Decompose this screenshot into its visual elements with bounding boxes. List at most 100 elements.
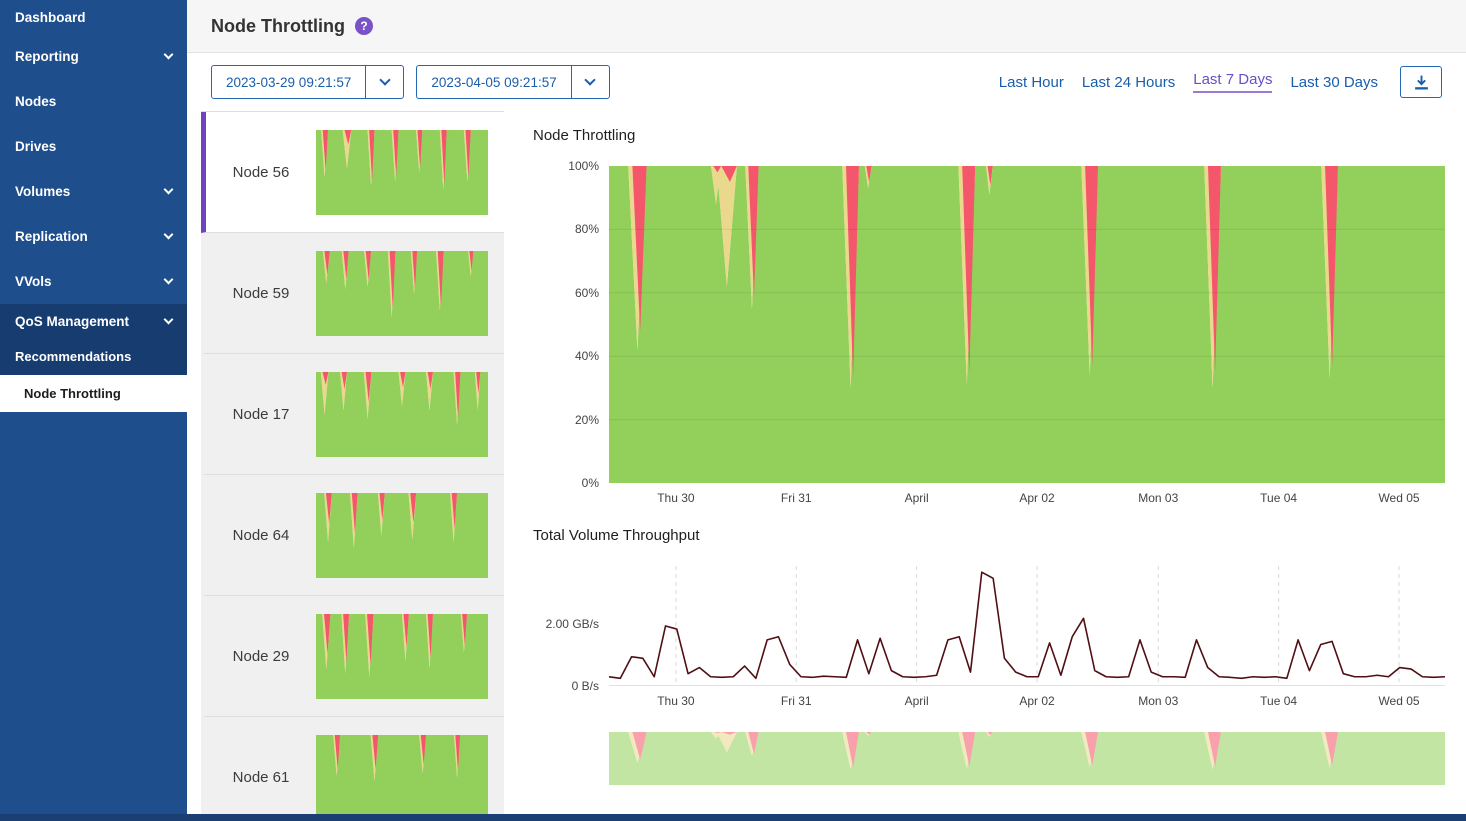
throttle-xtick: April	[905, 491, 929, 505]
range-link-last-30-days[interactable]: Last 30 Days	[1290, 74, 1378, 91]
sidebar-item-label: Reporting	[15, 49, 79, 64]
chevron-down-icon	[164, 185, 174, 195]
throttle-xtick: Wed 05	[1378, 491, 1419, 505]
date-from-control[interactable]: 2023-03-29 09:21:57	[211, 65, 404, 99]
throughput-ytick: 2.00 GB/s	[546, 617, 599, 631]
node-name: Node 17	[206, 406, 316, 423]
node-list-item-node-56[interactable]: Node 56	[201, 112, 504, 233]
throttle-xtick: Tue 04	[1260, 491, 1297, 505]
throughput-ytick: 0 B/s	[572, 679, 599, 693]
throttle-xtick: Mon 03	[1138, 491, 1178, 505]
overview-brush-chart[interactable]	[609, 732, 1445, 785]
charts-panel: Node Throttling 100%80%60%40%20%0% Thu 3…	[504, 111, 1466, 821]
download-button[interactable]	[1400, 66, 1442, 98]
throughput-chart-title: Total Volume Throughput	[533, 527, 1445, 544]
node-list-item-node-61[interactable]: Node 61	[201, 717, 504, 821]
node-name: Node 56	[206, 164, 316, 181]
node-list-item-node-59[interactable]: Node 59	[201, 233, 504, 354]
sidebar: Dashboard Reporting Nodes Drives Volumes Repl…	[0, 0, 187, 821]
throughput-xtick: Mon 03	[1138, 694, 1178, 708]
help-icon[interactable]: ?	[355, 17, 373, 35]
throughput-xtick: Fri 31	[781, 694, 812, 708]
sidebar-item-label: Replication	[15, 229, 88, 244]
throughput-xtick: Wed 05	[1378, 694, 1419, 708]
node-list-item-node-29[interactable]: Node 29	[201, 596, 504, 717]
chevron-down-icon	[164, 50, 174, 60]
chevron-down-icon	[585, 74, 596, 85]
sidebar-item-label: Drives	[15, 139, 56, 154]
throttle-xtick: Fri 31	[781, 491, 812, 505]
toolbar: 2023-03-29 09:21:57 2023-04-05 09:21:57 …	[187, 53, 1466, 111]
sidebar-item-label: Nodes	[15, 94, 56, 109]
node-list-item-node-64[interactable]: Node 64	[201, 475, 504, 596]
sidebar-item-reporting[interactable]: Reporting	[0, 34, 187, 79]
throttle-ytick: 60%	[575, 286, 599, 300]
date-from-chevron-button[interactable]	[365, 66, 403, 98]
chevron-down-icon	[164, 275, 174, 285]
node-list-item-node-17[interactable]: Node 17	[201, 354, 504, 475]
sidebar-item-nodes[interactable]: Nodes	[0, 79, 187, 124]
qos-management-group: QoS Management RecommendationsNode Thrott…	[0, 304, 187, 412]
sidebar-item-qos-management[interactable]: QoS Management	[0, 304, 187, 338]
node-name: Node 59	[206, 285, 316, 302]
throttle-x-axis: Thu 30 Fri 31 April Apr 02 Mon 03 Tue 04 Wed 0…	[609, 489, 1445, 509]
node-sparkline	[316, 735, 488, 820]
throttle-ytick: 20%	[575, 413, 599, 427]
date-to-chevron-button[interactable]	[571, 66, 609, 98]
date-to-control[interactable]: 2023-04-05 09:21:57	[416, 65, 609, 99]
sidebar-subitem-node-throttling[interactable]: Node Throttling	[0, 375, 187, 412]
page-header: Node Throttling ?	[187, 0, 1466, 53]
sidebar-item-label: Volumes	[15, 184, 70, 199]
throttle-ytick: 80%	[575, 222, 599, 236]
footer-bar	[0, 814, 1466, 821]
node-name: Node 29	[206, 648, 316, 665]
sidebar-item-drives[interactable]: Drives	[0, 124, 187, 169]
overview-brush[interactable]	[609, 732, 1445, 785]
sidebar-item-label: Dashboard	[15, 10, 86, 25]
throughput-x-axis: Thu 30 Fri 31 April Apr 02 Mon 03 Tue 04 Wed 0…	[609, 692, 1445, 712]
sidebar-item-vvols[interactable]: VVols	[0, 259, 187, 304]
node-name: Node 61	[206, 769, 316, 786]
download-icon	[1413, 74, 1430, 91]
node-sparkline	[316, 372, 488, 457]
throughput-xtick: April	[905, 694, 929, 708]
throttle-chart-area: 100%80%60%40%20%0%	[609, 166, 1445, 483]
app-root: Dashboard Reporting Nodes Drives Volumes Repl…	[0, 0, 1466, 821]
date-from-value[interactable]: 2023-03-29 09:21:57	[212, 75, 365, 90]
node-sparkline	[316, 251, 488, 336]
content-area: Node 56 Node 59 Node 17 Node 64 Node 29 Node …	[187, 111, 1466, 821]
range-link-last-hour[interactable]: Last Hour	[999, 74, 1064, 91]
chevron-down-icon	[379, 74, 390, 85]
throughput-chart-area: 2.00 GB/s0 B/s	[609, 566, 1445, 686]
node-sparkline	[316, 130, 488, 215]
page-title: Node Throttling	[211, 16, 345, 37]
main-panel: Node Throttling ? 2023-03-29 09:21:57 20…	[187, 0, 1466, 821]
sidebar-item-replication[interactable]: Replication	[0, 214, 187, 259]
range-link-last-7-days[interactable]: Last 7 Days	[1193, 71, 1272, 93]
sidebar-item-volumes[interactable]: Volumes	[0, 169, 187, 214]
sidebar-subitem-recommendations[interactable]: Recommendations	[0, 338, 187, 375]
sidebar-item-label: QoS Management	[15, 314, 129, 329]
throttle-ytick: 40%	[575, 349, 599, 363]
node-sparkline	[316, 493, 488, 578]
sidebar-nav: Dashboard Reporting Nodes Drives Volumes Repl…	[0, 0, 187, 412]
throughput-xtick: Tue 04	[1260, 694, 1297, 708]
throttle-xtick: Thu 30	[657, 491, 694, 505]
sidebar-item-dashboard[interactable]: Dashboard	[0, 0, 187, 34]
node-sparkline	[316, 614, 488, 699]
throughput-xtick: Thu 30	[657, 694, 694, 708]
throttle-chart-title: Node Throttling	[533, 127, 1445, 144]
total-volume-throughput-chart[interactable]	[609, 566, 1445, 686]
throttle-xtick: Apr 02	[1019, 491, 1054, 505]
chevron-down-icon	[164, 230, 174, 240]
node-throttling-chart[interactable]	[609, 166, 1445, 483]
date-to-value[interactable]: 2023-04-05 09:21:57	[417, 75, 570, 90]
node-list: Node 56 Node 59 Node 17 Node 64 Node 29 Node …	[201, 111, 504, 821]
throttle-ytick: 0%	[582, 476, 599, 490]
throughput-xtick: Apr 02	[1019, 694, 1054, 708]
throttle-ytick: 100%	[568, 159, 599, 173]
range-link-last-24-hours[interactable]: Last 24 Hours	[1082, 74, 1175, 91]
chevron-down-icon	[164, 314, 174, 324]
sidebar-item-label: VVols	[15, 274, 52, 289]
node-name: Node 64	[206, 527, 316, 544]
